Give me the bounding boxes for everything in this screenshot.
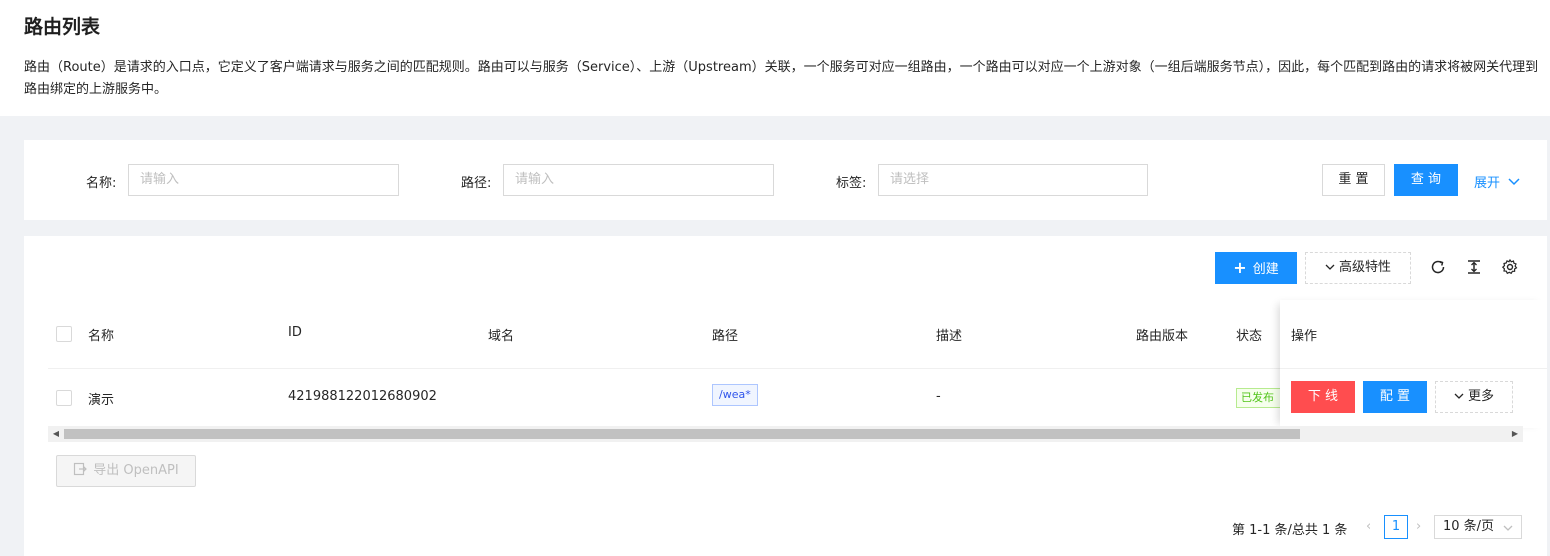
offline-button[interactable]: 下 线	[1291, 381, 1355, 413]
scroll-right-arrow-icon[interactable]: ▶	[1507, 426, 1523, 442]
more-actions-dropdown[interactable]: 更多	[1435, 381, 1513, 413]
plus-icon: +	[1233, 258, 1247, 277]
next-page-icon[interactable]: ›	[1416, 519, 1421, 534]
prev-page-icon[interactable]: ‹	[1366, 519, 1371, 534]
advanced-features-dropdown[interactable]: 高级特性	[1305, 252, 1411, 284]
chevron-down-icon	[1325, 264, 1335, 270]
column-height-icon[interactable]	[1465, 258, 1485, 278]
settings-gear-icon[interactable]	[1501, 258, 1521, 278]
status-badge: 已发布	[1236, 388, 1284, 408]
more-label: 更多	[1467, 389, 1494, 404]
route-name[interactable]: 演示	[88, 389, 114, 408]
name-filter-input[interactable]: 请输入	[128, 164, 399, 196]
export-label: 导出 OpenAPI	[93, 463, 179, 478]
pagination-summary: 第 1-1 条/总共 1 条	[1232, 523, 1348, 538]
action-column: 操作 下 线 配 置 更多	[1280, 300, 1547, 428]
export-icon	[74, 462, 88, 476]
row-checkbox[interactable]	[56, 390, 72, 406]
column-header-path: 路径	[712, 329, 739, 344]
export-openapi-button[interactable]: 导出 OpenAPI	[56, 455, 196, 487]
query-button[interactable]: 查 询	[1394, 164, 1458, 196]
chevron-down-icon	[1454, 393, 1464, 399]
page-number-button[interactable]: 1	[1384, 515, 1408, 539]
tag-filter-label: 标签:	[836, 176, 867, 191]
chevron-down-icon	[1503, 525, 1513, 531]
page-header: 路由列表 路由（Route）是请求的入口点，它定义了客户端请求与服务之间的匹配规…	[0, 0, 1550, 116]
expand-toggle[interactable]: 展开	[1474, 172, 1520, 191]
scrollbar-thumb[interactable]	[64, 429, 1300, 439]
route-table-card: + 创建 高级特性 名称 ID 域名 路径 描述 路由版本 状态 演示 42198…	[24, 236, 1547, 556]
page-description: 路由（Route）是请求的入口点，它定义了客户端请求与服务之间的匹配规则。路由可…	[24, 60, 1539, 97]
configure-button[interactable]: 配 置	[1363, 381, 1427, 413]
advanced-label: 高级特性	[1338, 260, 1391, 275]
column-header-description: 描述	[936, 329, 963, 344]
column-header-name: 名称	[88, 329, 115, 344]
reset-button[interactable]: 重 置	[1322, 164, 1385, 196]
route-description: -	[936, 389, 941, 404]
column-header-id: ID	[288, 325, 302, 340]
name-filter-label: 名称:	[86, 176, 117, 191]
expand-label: 展开	[1474, 176, 1501, 191]
refresh-icon[interactable]	[1429, 258, 1449, 278]
path-filter-label: 路径:	[461, 176, 492, 191]
create-label: 创建	[1252, 262, 1279, 277]
page-size-select[interactable]: 10 条/页	[1434, 515, 1522, 539]
chevron-down-icon	[1508, 178, 1520, 186]
filter-panel: 名称: 请输入 路径: 请输入 标签: 请选择 重 置 查 询 展开	[24, 140, 1547, 220]
route-id: 421988122012680902	[288, 389, 437, 404]
route-path-tag: /wea*	[712, 384, 758, 406]
path-filter-input[interactable]: 请输入	[503, 164, 774, 196]
select-all-checkbox[interactable]	[56, 326, 72, 342]
page-size-label: 10 条/页	[1443, 519, 1495, 534]
horizontal-scrollbar[interactable]: ◀ ▶	[48, 426, 1523, 442]
create-route-button[interactable]: + 创建	[1215, 252, 1297, 284]
column-header-status: 状态	[1236, 329, 1263, 344]
column-header-version: 路由版本	[1136, 329, 1189, 344]
action-header-divider	[1280, 368, 1547, 369]
column-header-domain: 域名	[488, 329, 515, 344]
tag-filter-select[interactable]: 请选择	[878, 164, 1148, 196]
page-title: 路由列表	[24, 16, 101, 38]
column-header-actions: 操作	[1291, 329, 1318, 344]
scroll-left-arrow-icon[interactable]: ◀	[48, 426, 64, 442]
